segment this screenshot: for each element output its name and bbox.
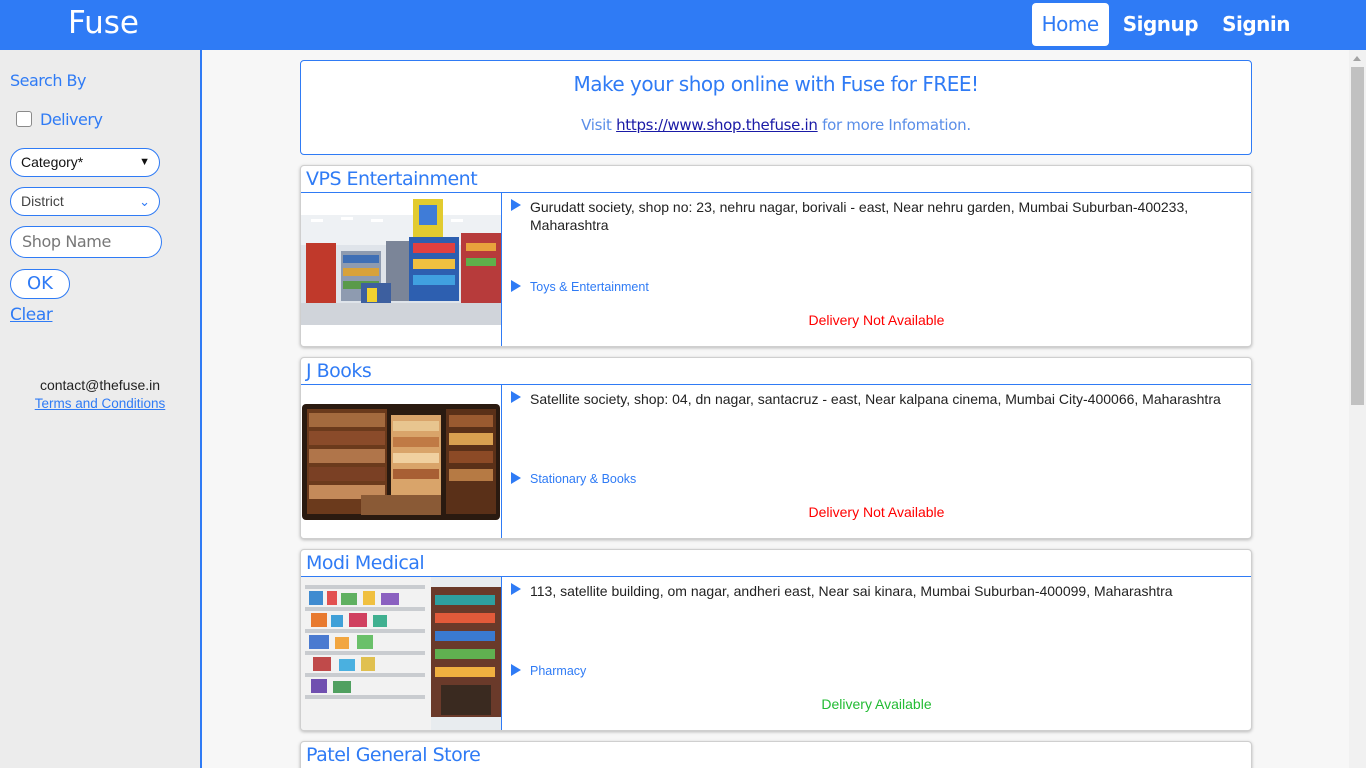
delivery-status: Delivery Not Available bbox=[808, 504, 945, 520]
delivery-status: Delivery Not Available bbox=[808, 312, 945, 328]
caret-right-icon bbox=[511, 280, 521, 292]
dropdown-triangle-icon: ▼ bbox=[139, 156, 150, 168]
banner-subtitle: Visit https://www.shop.thefuse.in for mo… bbox=[301, 116, 1251, 134]
shop-image[interactable] bbox=[301, 577, 502, 730]
caret-right-icon bbox=[511, 583, 521, 595]
delivery-checkbox[interactable] bbox=[16, 111, 32, 127]
page-scrollbar[interactable] bbox=[1349, 50, 1366, 768]
shop-image[interactable] bbox=[301, 193, 502, 346]
district-select-value: District bbox=[21, 193, 64, 209]
district-select[interactable]: District ⌄ bbox=[10, 187, 160, 216]
visit-prefix: Visit bbox=[581, 116, 612, 134]
shop-name[interactable]: J Books bbox=[301, 358, 1251, 385]
nav-signup[interactable]: Signup bbox=[1113, 3, 1208, 46]
shop-card[interactable]: Modi Medical 113, satellite building, om… bbox=[300, 549, 1252, 731]
brand-logo[interactable]: Fuse bbox=[68, 5, 139, 41]
shop-card[interactable]: Patel General Store bbox=[300, 741, 1252, 768]
ok-button[interactable]: OK bbox=[10, 269, 70, 299]
nav-home[interactable]: Home bbox=[1031, 3, 1109, 46]
scroll-up-arrow-icon[interactable] bbox=[1353, 56, 1361, 61]
shop-name[interactable]: Modi Medical bbox=[301, 550, 1251, 577]
shop-name[interactable]: Patel General Store bbox=[301, 742, 1251, 768]
shop-category: Pharmacy bbox=[530, 664, 587, 678]
caret-right-icon bbox=[511, 664, 521, 676]
shop-address: Gurudatt society, shop no: 23, nehru nag… bbox=[530, 199, 1189, 233]
delivery-label[interactable]: Delivery bbox=[40, 110, 103, 129]
nav-menu: Home Signup Signin bbox=[1031, 3, 1300, 46]
pharmacy-photo bbox=[301, 577, 501, 730]
scrollbar-thumb[interactable] bbox=[1351, 67, 1364, 405]
category-select[interactable]: Category* ▼ bbox=[10, 148, 160, 177]
shop-card[interactable]: VPS Entertainment Gurudatt society, shop… bbox=[300, 165, 1252, 347]
contact-email: contact@thefuse.in bbox=[39, 377, 161, 393]
shop-name-input[interactable]: Shop Name bbox=[10, 226, 162, 258]
delivery-status: Delivery Available bbox=[821, 696, 932, 712]
nav-signin[interactable]: Signin bbox=[1212, 3, 1300, 46]
shop-name[interactable]: VPS Entertainment bbox=[301, 166, 1251, 193]
shop-address: Satellite society, shop: 04, dn nagar, s… bbox=[530, 391, 1221, 407]
caret-right-icon bbox=[511, 472, 521, 484]
shop-site-link[interactable]: https://www.shop.thefuse.in bbox=[616, 116, 818, 134]
shop-image[interactable] bbox=[301, 385, 502, 538]
banner-title: Make your shop online with Fuse for FREE… bbox=[573, 72, 979, 96]
shop-card[interactable]: J Books Satellite society, shop: 04, dn bbox=[300, 357, 1252, 539]
chevron-down-icon: ⌄ bbox=[139, 194, 150, 209]
bookstore-photo bbox=[301, 385, 501, 538]
shop-category: Stationary & Books bbox=[530, 472, 637, 486]
shop-address: 113, satellite building, om nagar, andhe… bbox=[530, 583, 1173, 599]
top-navbar: Fuse Home Signup Signin bbox=[0, 0, 1366, 50]
toy-store-photo bbox=[301, 193, 501, 346]
caret-right-icon bbox=[511, 391, 521, 403]
category-select-value: Category* bbox=[21, 154, 84, 170]
clear-link[interactable]: Clear bbox=[10, 305, 53, 325]
search-by-heading: Search By bbox=[10, 71, 87, 90]
shop-category: Toys & Entertainment bbox=[530, 280, 649, 294]
promo-banner: Make your shop online with Fuse for FREE… bbox=[300, 60, 1252, 155]
caret-right-icon bbox=[511, 199, 521, 211]
search-sidebar: Search By Delivery Category* ▼ District … bbox=[0, 50, 202, 768]
visit-suffix: for more Infomation. bbox=[822, 116, 971, 134]
terms-link[interactable]: Terms and Conditions bbox=[0, 396, 200, 411]
